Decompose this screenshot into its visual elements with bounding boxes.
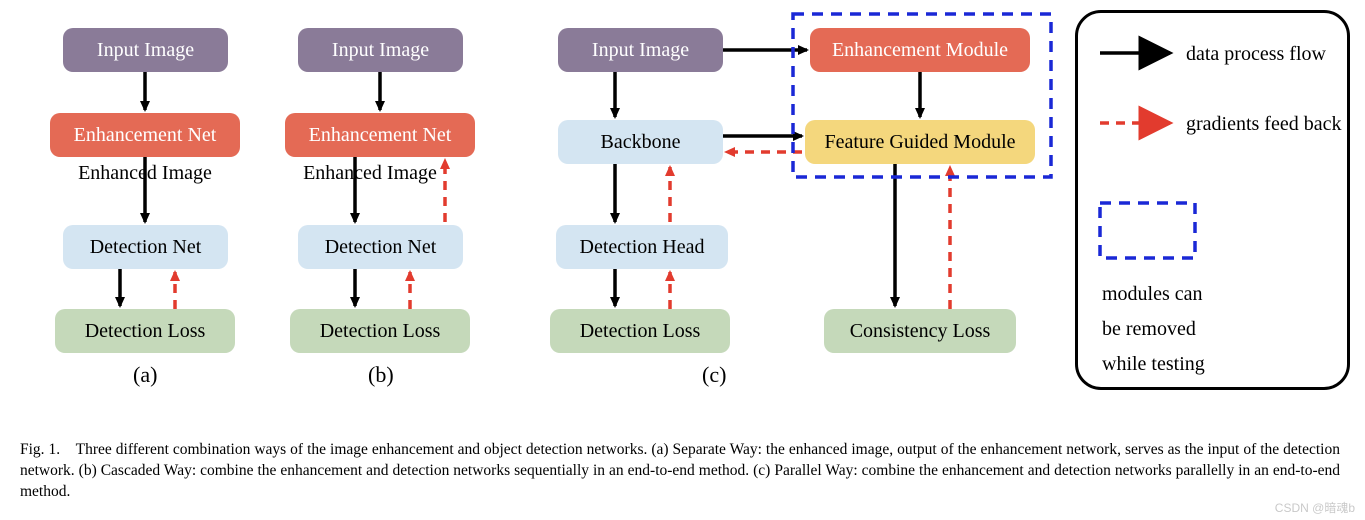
legend-remove-2: be removed xyxy=(1102,318,1196,341)
label: Input Image xyxy=(592,39,689,61)
label: Feature Guided Module xyxy=(824,131,1015,153)
label: Input Image xyxy=(97,39,194,61)
label: Input Image xyxy=(332,39,429,61)
legend-remove-3: while testing xyxy=(1102,353,1205,376)
box-c-detection-head: Detection Head xyxy=(556,225,728,269)
box-b-detection: Detection Net xyxy=(298,225,463,269)
legend-flow-label: data process flow xyxy=(1186,43,1326,66)
box-c-enhancement-module: Enhancement Module xyxy=(810,28,1030,72)
label: Detection Net xyxy=(325,236,437,258)
label-a-enhanced-image: Enhanced Image xyxy=(60,162,230,185)
box-c-detection-loss: Detection Loss xyxy=(550,309,730,353)
watermark: CSDN @暗魂b xyxy=(1275,499,1355,516)
label: Detection Loss xyxy=(85,320,206,342)
legend-remove-1: modules can xyxy=(1102,283,1203,306)
label: Consistency Loss xyxy=(850,320,991,342)
box-c-feature-guided-module: Feature Guided Module xyxy=(805,120,1035,164)
diagram-canvas: Input Image Enhancement Net Enhanced Ima… xyxy=(0,0,1365,420)
box-c-consistency-loss: Consistency Loss xyxy=(824,309,1016,353)
legend-dashed-box xyxy=(1100,203,1195,258)
box-a-detection: Detection Net xyxy=(63,225,228,269)
label: Enhancement Net xyxy=(309,124,452,146)
col-c-label: (c) xyxy=(702,362,726,388)
col-b-label: (b) xyxy=(368,362,394,388)
col-a-label: (a) xyxy=(133,362,157,388)
label: Enhancement Net xyxy=(74,124,217,146)
label: Detection Loss xyxy=(580,320,701,342)
box-b-loss: Detection Loss xyxy=(290,309,470,353)
label: Enhancement Module xyxy=(832,39,1008,61)
label-b-enhanced-image: Enhanced Image xyxy=(290,162,450,185)
box-a-loss: Detection Loss xyxy=(55,309,235,353)
label: Detection Net xyxy=(90,236,202,258)
label: Backbone xyxy=(601,131,681,153)
box-b-input: Input Image xyxy=(298,28,463,72)
box-c-backbone: Backbone xyxy=(558,120,723,164)
box-b-enhancement: Enhancement Net xyxy=(285,113,475,157)
label: Detection Head xyxy=(580,236,705,258)
box-a-enhancement: Enhancement Net xyxy=(50,113,240,157)
label: Detection Loss xyxy=(320,320,441,342)
legend: data process flow gradients feed back mo… xyxy=(1075,10,1350,390)
figure-caption: Fig. 1. Three different combination ways… xyxy=(20,440,1340,503)
box-c-input: Input Image xyxy=(558,28,723,72)
box-a-input: Input Image xyxy=(63,28,228,72)
legend-grad-label: gradients feed back xyxy=(1186,113,1341,136)
